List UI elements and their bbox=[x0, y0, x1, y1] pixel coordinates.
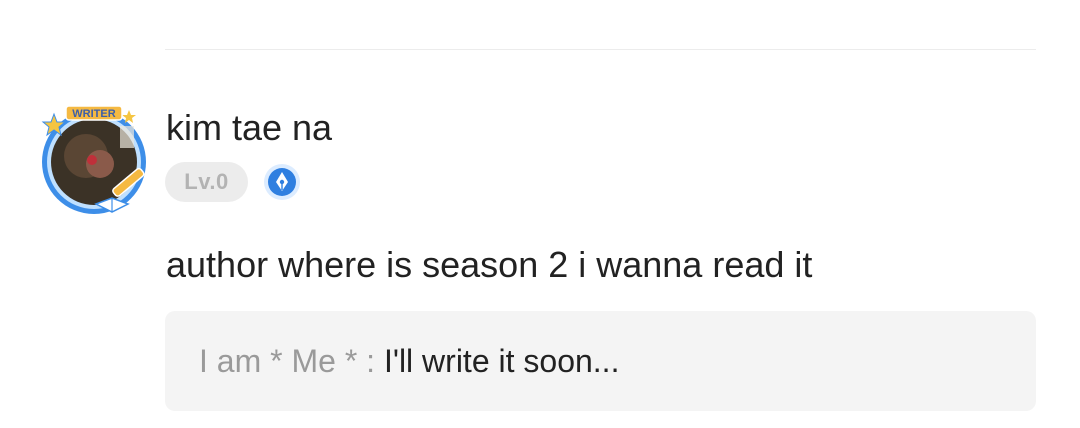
reply-line: I am * Me * : I'll write it soon... bbox=[199, 341, 619, 381]
comment-item: WRITER kim tae na Lv.0 author where is s… bbox=[0, 0, 1080, 428]
level-badge: Lv.0 bbox=[165, 162, 248, 202]
comment-text: author where is season 2 i wanna read it bbox=[166, 244, 813, 285]
username[interactable]: kim tae na bbox=[166, 106, 332, 150]
author-reply-box[interactable]: I am * Me * : I'll write it soon... bbox=[165, 311, 1036, 411]
reply-author[interactable]: I am * Me * bbox=[199, 343, 357, 379]
reply-text: I'll write it soon... bbox=[383, 343, 620, 379]
user-avatar[interactable]: WRITER bbox=[34, 104, 154, 218]
writer-pen-icon bbox=[264, 164, 300, 200]
reply-separator: : bbox=[357, 343, 384, 379]
avatar-frame-label: WRITER bbox=[72, 108, 115, 120]
user-badges: Lv.0 bbox=[165, 162, 301, 202]
writer-avatar-frame: WRITER bbox=[41, 105, 146, 214]
